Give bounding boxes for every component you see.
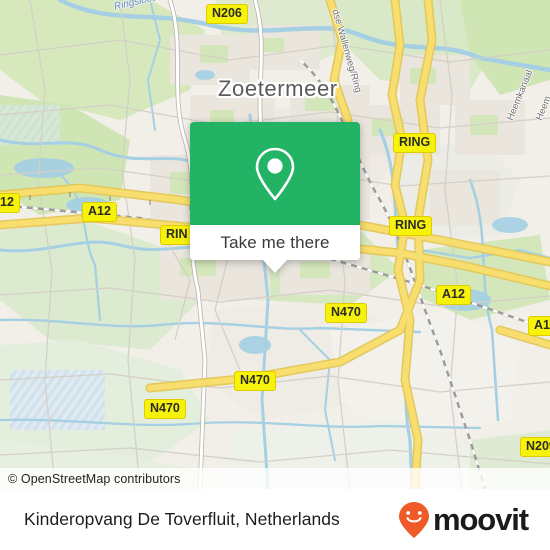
moovit-map-screenshot: Zoetermeer Ringsloot dse Wallenweg/Ring … (0, 0, 550, 550)
road-shield: N209 (520, 437, 550, 457)
moovit-wordmark: moovit (432, 502, 529, 537)
moovit-pin-smiley-icon (398, 501, 429, 538)
road-shield: N206 (206, 4, 248, 24)
callout-pointer (262, 259, 288, 273)
road-shield: 12 (0, 193, 20, 213)
road-shield: RING (393, 133, 437, 153)
callout-action-bar[interactable]: Take me there (190, 225, 360, 273)
map-viewport[interactable]: Zoetermeer Ringsloot dse Wallenweg/Ring … (0, 0, 550, 489)
callout-icon-area (190, 122, 360, 225)
moovit-logo[interactable]: moovit (397, 501, 529, 539)
map-pin-icon (255, 147, 295, 200)
take-me-there-label: Take me there (220, 232, 330, 252)
map-attribution-bar: © OpenStreetMap contributors (0, 468, 550, 489)
road-shield: RING (389, 216, 433, 236)
map-city-label: Zoetermeer (218, 76, 338, 101)
location-callout-card[interactable]: Take me there (190, 122, 360, 273)
road-shield: N470 (144, 399, 186, 419)
road-shield: N470 (325, 303, 367, 323)
road-shield: RIN (160, 225, 194, 245)
osm-attribution-text[interactable]: © OpenStreetMap contributors (0, 472, 181, 486)
road-shield: N470 (234, 371, 276, 391)
road-shield: A12 (528, 316, 550, 336)
place-name-label: Kinderopvang De Toverfluit, Netherlands (24, 509, 340, 529)
road-shield: A12 (82, 202, 117, 222)
footer-bar: Kinderopvang De Toverfluit, Netherlands … (0, 489, 550, 550)
road-shield: A12 (436, 285, 471, 305)
